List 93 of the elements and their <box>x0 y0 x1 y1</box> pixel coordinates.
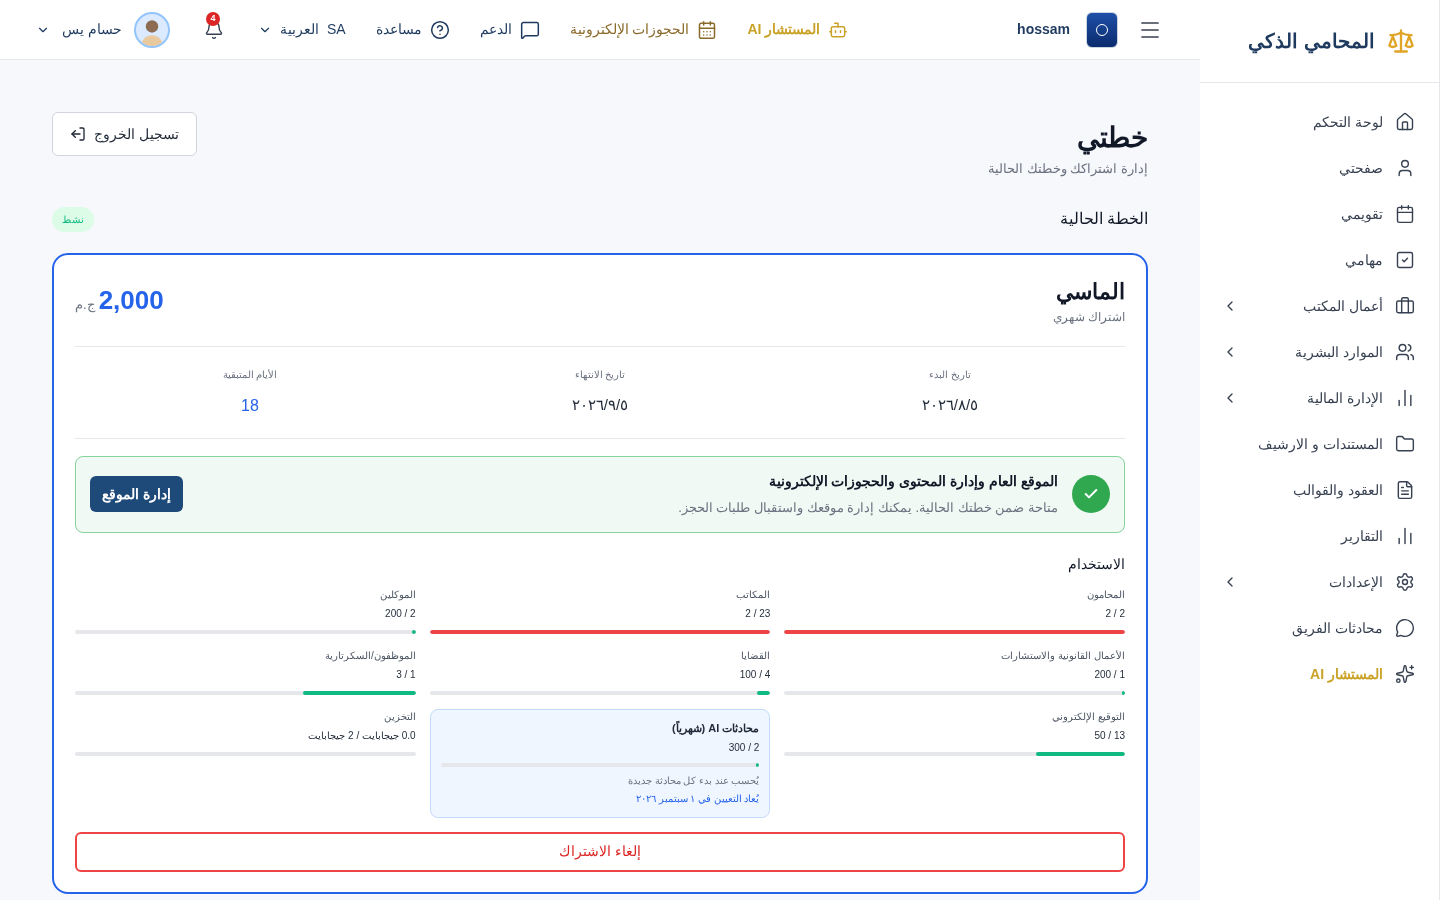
feature-text: متاحة ضمن خطتك الحالية. يمكنك إدارة موقعك واستقبال طلبات الحجز. <box>677 498 1058 518</box>
sidebar-label: الموارد البشرية <box>1295 342 1383 363</box>
cancel-subscription-button[interactable]: إلغاء الاشتراك <box>75 831 1125 872</box>
sidebar-item[interactable]: العقود والقوالب <box>1200 467 1439 513</box>
usage-reading: 1 / 200 <box>1093 667 1125 682</box>
help-icon <box>429 19 450 40</box>
fact-value: ٢٠٢٦/٨/٥ <box>921 394 979 415</box>
sidebar-item[interactable]: أعمال المكتب <box>1200 283 1439 329</box>
usage-reading: 0.0 جيجابايت / 2 جيجابايت <box>307 728 416 743</box>
usage-reading: 1 / 3 <box>395 667 416 682</box>
usage-reading: 13 / 50 <box>1093 728 1125 743</box>
sidebar-label: مهامي <box>1345 250 1383 271</box>
scales-icon <box>1387 27 1415 55</box>
sidebar-item[interactable]: الموارد البشرية <box>1200 329 1439 375</box>
sidebar-label: صفحتي <box>1339 158 1383 178</box>
sidebar-label: الإدارة المالية <box>1307 388 1383 409</box>
manage-site-button[interactable]: إدارة الموقع <box>90 476 183 512</box>
usage-label: الموظفون/السكرتارية <box>323 648 416 663</box>
usage-label: الأعمال القانونية والاستشارات <box>1000 648 1125 663</box>
home-icon <box>1395 112 1415 132</box>
usage-label: المحامون <box>1086 587 1125 602</box>
account-name: hossam <box>1017 20 1070 39</box>
sidebar-item[interactable]: محادثات الفريق <box>1200 605 1439 651</box>
fact-value: ٢٠٢٦/٩/٥ <box>571 394 629 415</box>
fact-label: الأيام المتبقية <box>222 367 278 382</box>
usage-note: يُحسب عند بدء كل محادثة جديدة <box>627 774 760 788</box>
usage-label: الموكلين <box>378 587 416 602</box>
check-icon <box>1072 475 1110 513</box>
nav-link[interactable]: الدعم <box>479 19 540 40</box>
feature-title: الموقع العام وإدارة المحتوى والحجوزات الإلكترونية <box>767 471 1058 492</box>
usage-label: محادثات AI (شهرياً) <box>670 720 760 736</box>
sidebar-label: المستشار AI <box>1310 664 1383 685</box>
plan-period: اشتراك شهري <box>1052 308 1125 326</box>
sidebar-item[interactable]: تقويمي <box>1200 191 1439 237</box>
sidebar-item[interactable]: مهامي <box>1200 237 1439 283</box>
briefcase-icon <box>1395 296 1415 316</box>
chat-icon <box>1395 618 1415 638</box>
brand-name: المحامي الذكي <box>1248 29 1375 56</box>
usage-label: التوقيع الإلكتروني <box>1051 709 1125 724</box>
page-title: خطتي <box>1076 121 1148 155</box>
usage-reading: 2 / 300 <box>727 741 760 755</box>
calendar-icon <box>697 19 718 40</box>
sidebar-item[interactable]: الإعدادات <box>1200 559 1439 605</box>
sidebar-item[interactable]: الإدارة المالية <box>1200 375 1439 421</box>
settings-icon <box>1395 572 1415 592</box>
user-icon <box>1395 158 1415 178</box>
logout-icon <box>70 126 86 142</box>
price: 2,000 <box>98 283 164 317</box>
nav-link[interactable]: مساعدة <box>375 19 450 40</box>
currency: ج.م <box>75 295 95 314</box>
logo-icon <box>1086 11 1118 48</box>
avatar <box>133 11 170 48</box>
sidebar-label: لوحة التحكم <box>1313 112 1383 133</box>
section-title: الخطة الحالية <box>1059 209 1148 229</box>
usage-label: التخزين <box>382 709 416 724</box>
checkbox-icon <box>1395 250 1415 270</box>
sidebar-label: المستندات و الارشيف <box>1258 434 1383 455</box>
user-menu[interactable]: حسام يس <box>36 11 170 48</box>
usage-reading: 4 / 100 <box>738 667 771 682</box>
sidebar-label: الإعدادات <box>1329 572 1383 593</box>
usage-label: المكاتب <box>735 587 771 602</box>
sparkles-icon <box>1395 664 1415 684</box>
sidebar-label: محادثات الفريق <box>1292 618 1383 639</box>
bar-chart-icon <box>1395 388 1415 408</box>
calendar-icon <box>1395 204 1415 224</box>
plan-name: الماسي <box>1055 277 1125 307</box>
fact-label: تاريخ الانتهاء <box>574 367 626 382</box>
users-icon <box>1395 342 1415 362</box>
usage-title: الاستخدام <box>1067 554 1125 575</box>
usage-reading: 2 / 200 <box>384 606 416 621</box>
sidebar-item[interactable]: المستندات و الارشيف <box>1200 421 1439 467</box>
page-subtitle: إدارة اشتراكك وخطتك الحالية <box>988 160 1148 179</box>
document-icon <box>1395 480 1415 500</box>
sidebar-label: التقارير <box>1341 526 1383 547</box>
usage-reading: 23 / 2 <box>744 606 771 621</box>
bar-chart-icon <box>1395 526 1415 546</box>
notification-count: 4 <box>205 11 220 26</box>
nav-link[interactable]: الحجوزات الإلكترونية <box>569 19 718 40</box>
sidebar-label: تقويمي <box>1341 204 1383 225</box>
chat-icon <box>519 19 540 40</box>
logout-button[interactable]: تسجيل الخروج <box>52 112 197 156</box>
sidebar-item[interactable]: صفحتي <box>1200 145 1439 191</box>
sidebar-item[interactable]: لوحة التحكم <box>1200 99 1439 145</box>
usage-label: القضايا <box>740 648 771 663</box>
fact-value: 18 <box>241 395 259 416</box>
fact-label: تاريخ البدء <box>929 367 971 382</box>
sidebar-label: العقود والقوالب <box>1293 480 1383 501</box>
status-badge: نشط <box>52 206 94 232</box>
folder-icon <box>1395 434 1415 454</box>
reset-note: يُعاد التعيين في ١ سبتمبر ٢٠٢٦ <box>635 792 760 807</box>
usage-reading: 2 / 2 <box>1104 606 1125 621</box>
sidebar-item[interactable]: التقارير <box>1200 513 1439 559</box>
sidebar-label: أعمال المكتب <box>1303 296 1383 316</box>
